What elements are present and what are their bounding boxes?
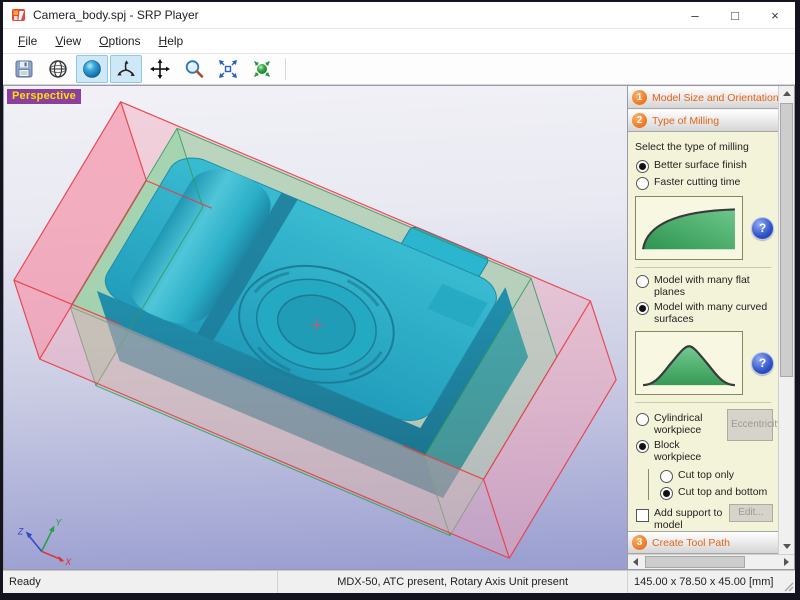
milling-options-content: Select the type of milling Better surfac…	[628, 132, 778, 531]
srp-player-window: Camera_body.spj - SRP Player – □ × File …	[3, 2, 795, 593]
magnifier-icon	[183, 58, 205, 80]
scroll-track[interactable]	[643, 555, 779, 569]
checkbox-icon	[636, 509, 649, 522]
radio-icon	[660, 470, 673, 483]
radio-icon	[660, 487, 673, 500]
app-icon	[11, 7, 27, 23]
radio-many-flat-planes[interactable]: Model with many flat planes	[635, 274, 773, 298]
shaded-view-button[interactable]	[76, 55, 108, 83]
status-machine: MDX-50, ATC present, Rotary Axis Unit pr…	[278, 571, 628, 593]
radio-cylindrical-workpiece[interactable]: Cylindrical workpiece	[635, 412, 723, 436]
view-mode-label: Perspective	[7, 89, 81, 104]
scroll-right-arrow[interactable]	[779, 555, 794, 569]
step-1-badge: 1	[632, 90, 647, 105]
pan-arrows-icon	[149, 58, 171, 80]
radio-better-surface-finish[interactable]: Better surface finish	[635, 159, 773, 173]
help-button-model-type[interactable]: ?	[751, 352, 774, 375]
radio-icon	[636, 160, 649, 173]
panel-vertical-scrollbar[interactable]	[778, 86, 794, 554]
toolbar-separator	[285, 58, 286, 80]
zoom-view-button[interactable]	[178, 55, 210, 83]
menu-file[interactable]: File	[9, 31, 46, 51]
checkbox-add-support[interactable]: Add support to model	[635, 507, 725, 531]
expand-arrows-icon	[217, 58, 239, 80]
menu-bar: File View Options Help	[3, 29, 795, 54]
section-header-type-of-milling[interactable]: 2 Type of Milling	[628, 109, 778, 132]
menu-help[interactable]: Help	[150, 31, 193, 51]
radio-cut-top-and-bottom[interactable]: Cut top and bottom	[659, 486, 773, 500]
radio-icon	[636, 177, 649, 190]
pan-view-button[interactable]	[144, 55, 176, 83]
milling-prompt: Select the type of milling	[635, 141, 773, 153]
step-2-badge: 2	[632, 113, 647, 128]
floppy-icon	[13, 58, 35, 80]
minimize-button[interactable]: –	[675, 2, 715, 28]
resize-grip[interactable]	[782, 580, 794, 592]
title-bar: Camera_body.spj - SRP Player – □ ×	[3, 2, 795, 29]
radio-icon	[636, 302, 649, 315]
toolbar	[3, 54, 795, 85]
screenshot-frame: Camera_body.spj - SRP Player – □ × File …	[0, 0, 800, 600]
cut-options-group: Cut top only Cut top and bottom	[648, 469, 773, 500]
axis-y-label: Y	[55, 518, 62, 528]
section-header-create-tool-path[interactable]: 3 Create Tool Path	[628, 531, 778, 554]
scroll-thumb[interactable]	[645, 556, 745, 568]
scroll-up-arrow[interactable]	[779, 86, 794, 101]
radio-cut-top-only[interactable]: Cut top only	[659, 469, 773, 483]
help-button-milling[interactable]: ?	[751, 217, 774, 240]
surface-finish-picture	[635, 196, 743, 260]
divider	[635, 267, 771, 268]
scroll-down-arrow[interactable]	[779, 539, 794, 554]
maximize-button[interactable]: □	[715, 2, 755, 28]
rotate-view-button[interactable]	[110, 55, 142, 83]
scroll-thumb[interactable]	[780, 103, 793, 377]
axis-z-label: Z	[17, 527, 24, 537]
step-3-badge: 3	[632, 535, 647, 550]
radio-block-workpiece[interactable]: Block workpiece	[635, 439, 723, 463]
viewport-3d[interactable]: X Y Z Perspective	[3, 85, 627, 570]
scene-3d: X Y Z	[4, 86, 627, 569]
zoom-to-model-button[interactable]	[246, 55, 278, 83]
save-button[interactable]	[8, 55, 40, 83]
edit-support-button[interactable]: Edit...	[729, 504, 773, 522]
scroll-track[interactable]	[779, 101, 794, 539]
radio-faster-cutting-time[interactable]: Faster cutting time	[635, 176, 773, 190]
panel-horizontal-scrollbar[interactable]	[628, 554, 794, 569]
menu-view[interactable]: View	[46, 31, 90, 51]
menu-options[interactable]: Options	[90, 31, 149, 51]
close-button[interactable]: ×	[755, 2, 795, 28]
radio-icon	[636, 275, 649, 288]
divider	[635, 402, 771, 403]
axis-x-label: X	[64, 557, 72, 567]
section-header-model-size[interactable]: 1 Model Size and Orientation	[628, 86, 778, 109]
scroll-left-arrow[interactable]	[628, 555, 643, 569]
status-ready: Ready	[3, 571, 278, 593]
sphere-icon	[81, 58, 103, 80]
wireframe-view-button[interactable]	[42, 55, 74, 83]
model-type-picture	[635, 331, 743, 395]
window-title: Camera_body.spj - SRP Player	[33, 8, 675, 22]
globe-icon	[47, 58, 69, 80]
eccentricity-button[interactable]: Eccentricity...	[727, 409, 773, 441]
radio-many-curved-surfaces[interactable]: Model with many curved surfaces	[635, 301, 773, 325]
fit-view-button[interactable]	[212, 55, 244, 83]
radio-icon	[636, 413, 649, 426]
status-dimensions: 145.00 x 78.50 x 45.00 [mm]	[628, 571, 795, 593]
status-bar: Ready MDX-50, ATC present, Rotary Axis U…	[3, 570, 795, 593]
radio-icon	[636, 440, 649, 453]
axis-triad: X Y Z	[17, 518, 72, 567]
main-area: X Y Z Perspective 1 Model Size and Orien…	[3, 85, 795, 570]
zoom-model-icon	[251, 58, 273, 80]
wizard-panel: 1 Model Size and Orientation 2 Type of M…	[627, 85, 795, 570]
rotate-icon	[115, 58, 137, 80]
